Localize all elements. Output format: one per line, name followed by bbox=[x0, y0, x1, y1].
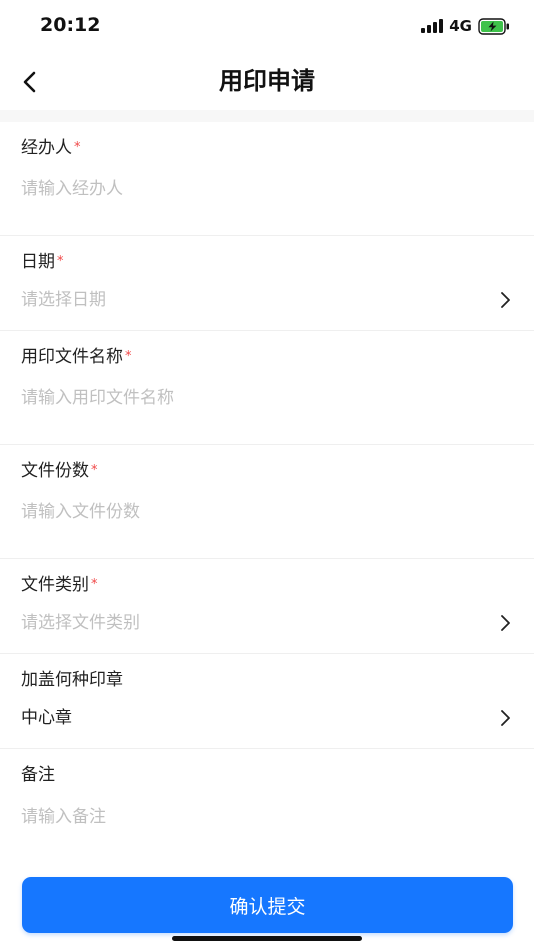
seal-type-picker[interactable]: 中心章 bbox=[21, 706, 72, 730]
date-label: 日期 * bbox=[21, 252, 64, 272]
date-picker[interactable]: 请选择日期 bbox=[21, 288, 106, 312]
file-copies-input[interactable]: 请输入文件份数 bbox=[21, 500, 140, 524]
file-category-picker[interactable]: 请选择文件类别 bbox=[21, 611, 140, 635]
file-category-label: 文件类别 * bbox=[21, 575, 98, 595]
status-time: 20:12 bbox=[40, 14, 101, 36]
nav-divider bbox=[0, 110, 534, 122]
form-row-seal-type[interactable]: 加盖何种印章 中心章 bbox=[0, 654, 534, 749]
form-row-date[interactable]: 日期 * 请选择日期 bbox=[0, 236, 534, 331]
seal-type-label: 加盖何种印章 bbox=[21, 670, 123, 690]
required-mark: * bbox=[125, 349, 132, 364]
form-row-file-name[interactable]: 用印文件名称 * 请输入用印文件名称 bbox=[0, 331, 534, 445]
file-copies-label: 文件份数 * bbox=[21, 461, 98, 481]
form-row-file-copies[interactable]: 文件份数 * 请输入文件份数 bbox=[0, 445, 534, 559]
seal-application-form: 经办人 * 请输入经办人 日期 * 请选择日期 用印文件名称 * 请输入用印文件名称 … bbox=[0, 122, 534, 859]
signal-icon bbox=[421, 19, 444, 33]
file-name-input[interactable]: 请输入用印文件名称 bbox=[21, 386, 174, 410]
chevron-right-icon bbox=[501, 710, 510, 726]
required-mark: * bbox=[74, 140, 81, 155]
form-row-handler[interactable]: 经办人 * 请输入经办人 bbox=[0, 122, 534, 236]
battery-charging-icon bbox=[478, 17, 509, 35]
status-indicators: 4G bbox=[421, 17, 510, 35]
remark-input[interactable]: 请输入备注 bbox=[21, 805, 106, 829]
chevron-right-icon bbox=[501, 292, 510, 308]
home-indicator bbox=[172, 936, 362, 941]
file-name-label: 用印文件名称 * bbox=[21, 347, 132, 367]
form-row-remark[interactable]: 备注 请输入备注 bbox=[0, 749, 534, 859]
handler-input[interactable]: 请输入经办人 bbox=[21, 177, 123, 201]
required-mark: * bbox=[91, 577, 98, 592]
submit-button[interactable]: 确认提交 bbox=[22, 877, 513, 933]
required-mark: * bbox=[57, 254, 64, 269]
required-mark: * bbox=[91, 463, 98, 478]
page-title: 用印申请 bbox=[219, 67, 315, 95]
nav-bar: 用印申请 bbox=[0, 52, 534, 110]
network-type: 4G bbox=[449, 17, 472, 35]
chevron-right-icon bbox=[501, 615, 510, 631]
status-bar: 20:12 4G bbox=[0, 0, 534, 52]
screen: 20:12 4G 用印申请 经办人 * 请输入经办人 日期 * 请选择日期 用印… bbox=[0, 0, 534, 950]
form-row-file-category[interactable]: 文件类别 * 请选择文件类别 bbox=[0, 559, 534, 654]
handler-label: 经办人 * bbox=[21, 138, 81, 158]
remark-label: 备注 bbox=[21, 765, 55, 785]
